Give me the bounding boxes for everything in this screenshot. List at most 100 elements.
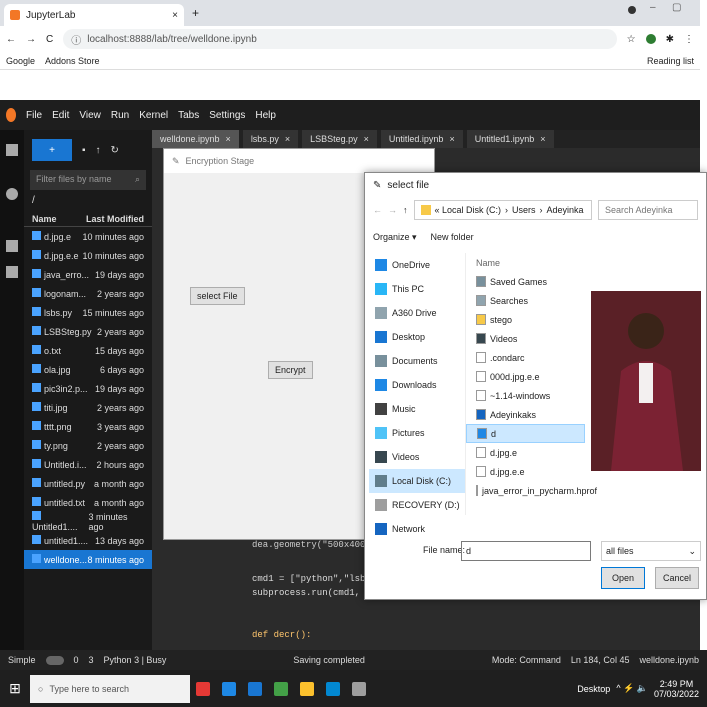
encrypt-button[interactable]: Encrypt (268, 361, 313, 379)
dialog-file-item[interactable]: d.jpg.e.e (466, 462, 585, 481)
file-row[interactable]: Untitled.i... 2 hours ago (24, 455, 152, 474)
refresh-icon[interactable]: ↻ (111, 145, 119, 156)
star-icon[interactable]: ☆ (627, 34, 636, 45)
dialog-file-item[interactable]: java_error_in_pycharm.hprof (466, 481, 597, 500)
bookmark-addons-store[interactable]: Addons Store (45, 56, 100, 66)
menu-help[interactable]: Help (255, 110, 276, 121)
nav-item[interactable]: RECOVERY (D:) (369, 493, 465, 517)
new-tab-button[interactable]: + (192, 6, 199, 20)
menu-run[interactable]: Run (111, 110, 129, 121)
commands-icon[interactable] (6, 240, 18, 252)
forward-icon[interactable]: → (388, 205, 397, 215)
file-row[interactable]: d.jpg.e 10 minutes ago (24, 227, 152, 246)
nav-item[interactable]: A360 Drive (369, 301, 465, 325)
file-row[interactable]: titi.jpg 2 years ago (24, 398, 152, 417)
menu-tabs[interactable]: Tabs (178, 110, 199, 121)
editor-tab[interactable]: lsbs.py × (242, 130, 299, 148)
clock[interactable]: 2:49 PM 07/03/2022 (654, 679, 699, 699)
back-icon[interactable]: ← (6, 34, 16, 45)
close-icon[interactable]: × (540, 134, 545, 144)
nav-item[interactable]: Pictures (369, 421, 465, 445)
browser-tab[interactable]: JupyterLab × (4, 4, 184, 26)
dialog-file-item[interactable]: stego (466, 310, 585, 329)
up-icon[interactable]: ↑ (403, 205, 408, 215)
upload-icon[interactable]: ↑ (96, 145, 101, 156)
file-row[interactable]: tttt.png 3 years ago (24, 417, 152, 436)
reload-icon[interactable]: C (46, 34, 53, 45)
menu-view[interactable]: View (79, 110, 101, 121)
crumb-adeyinka[interactable]: Adeyinka (547, 205, 584, 215)
file-row[interactable]: ty.png 2 years ago (24, 436, 152, 455)
edge-icon[interactable] (248, 681, 262, 696)
close-icon[interactable]: × (364, 134, 369, 144)
file-row[interactable]: pic3in2.p... 19 days ago (24, 379, 152, 398)
open-button[interactable]: Open (601, 567, 645, 589)
menu-edit[interactable]: Edit (52, 110, 69, 121)
menu-settings[interactable]: Settings (209, 110, 245, 121)
nav-item[interactable]: Desktop (369, 325, 465, 349)
new-folder-icon[interactable]: ▪ (82, 145, 86, 156)
file-type-select[interactable]: all files ⌄ (601, 541, 701, 561)
new-folder-button[interactable]: New folder (431, 232, 474, 242)
file-row[interactable]: Untitled1.... 3 minutes ago (24, 511, 152, 532)
dialog-file-item[interactable]: d.jpg.e (466, 443, 585, 462)
crumb-local-disk[interactable]: « Local Disk (C:) (435, 205, 502, 215)
cancel-button[interactable]: Cancel (655, 567, 699, 589)
list-header[interactable]: Name (466, 253, 585, 272)
profile-icon[interactable] (628, 6, 636, 14)
opera-icon[interactable] (196, 681, 210, 696)
dialog-file-item[interactable]: d (466, 424, 585, 443)
nav-item[interactable]: OneDrive (369, 253, 465, 277)
dialog-file-item[interactable]: .condarc (466, 348, 585, 367)
nav-item[interactable]: Music (369, 397, 465, 421)
dialog-file-item[interactable]: Searches (466, 291, 585, 310)
file-row[interactable]: untitled1.... 13 days ago (24, 531, 152, 550)
bookmark-google[interactable]: Google (6, 56, 35, 66)
url-field[interactable]: ⓘ localhost:8888/lab/tree/welldone.ipynb (63, 29, 617, 49)
nav-item[interactable]: Local Disk (C:) (369, 469, 465, 493)
dialog-breadcrumb[interactable]: « Local Disk (C:) › Users › Adeyinka (413, 200, 592, 220)
new-launcher-button[interactable]: + (32, 139, 72, 161)
minimize-icon[interactable]: – (650, 2, 656, 13)
nav-item[interactable]: Documents (369, 349, 465, 373)
nav-item[interactable]: Downloads (369, 373, 465, 397)
file-row[interactable]: welldone... 8 minutes ago (24, 550, 152, 569)
windows-start-icon[interactable]: ⊞ (0, 680, 30, 697)
tab-close-icon[interactable]: × (172, 10, 178, 21)
file-row[interactable]: java_erro... 19 days ago (24, 265, 152, 284)
dialog-search-input[interactable]: Search Adeyinka (598, 200, 698, 220)
editor-tab[interactable]: welldone.ipynb × (152, 130, 239, 148)
maximize-icon[interactable]: ▢ (672, 2, 681, 13)
file-row[interactable]: untitled.py a month ago (24, 474, 152, 493)
file-explorer-icon[interactable] (222, 681, 236, 696)
app-icon[interactable] (326, 681, 340, 696)
select-file-button[interactable]: select File (190, 287, 245, 305)
editor-tab[interactable]: LSBSteg.py × (302, 130, 377, 148)
file-row[interactable]: ola.jpg 6 days ago (24, 360, 152, 379)
file-row[interactable]: logonam... 2 years ago (24, 284, 152, 303)
dialog-file-item[interactable]: Adeyinkaks (466, 405, 585, 424)
filter-files-input[interactable]: Filter files by name ⌕ (30, 170, 146, 190)
dialog-file-item[interactable]: Videos (466, 329, 585, 348)
file-row[interactable]: untitled.txt a month ago (24, 493, 152, 512)
close-icon[interactable]: × (449, 134, 454, 144)
menu-file[interactable]: File (26, 110, 42, 121)
crumb-users[interactable]: Users (512, 205, 536, 215)
file-row[interactable]: d.jpg.e.e 10 minutes ago (24, 246, 152, 265)
forward-icon[interactable]: → (26, 34, 36, 45)
reading-list[interactable]: Reading list (647, 56, 694, 66)
vlc-icon[interactable] (300, 681, 314, 696)
dialog-file-item[interactable]: Saved Games (466, 272, 585, 291)
col-modified[interactable]: Last Modified (86, 214, 144, 224)
file-row[interactable]: o.txt 15 days ago (24, 341, 152, 360)
file-row[interactable]: lsbs.py 15 minutes ago (24, 303, 152, 322)
close-icon[interactable]: × (226, 134, 231, 144)
dialog-file-item[interactable]: 000d.jpg.e.e (466, 367, 585, 386)
nav-item[interactable]: Videos (369, 445, 465, 469)
file-row[interactable]: LSBSteg.py 2 years ago (24, 322, 152, 341)
nav-item[interactable]: This PC (369, 277, 465, 301)
breadcrumb[interactable]: / (24, 190, 152, 212)
menu-kernel[interactable]: Kernel (139, 110, 168, 121)
simple-mode-toggle[interactable] (45, 655, 64, 665)
extension-icon[interactable] (645, 34, 656, 44)
